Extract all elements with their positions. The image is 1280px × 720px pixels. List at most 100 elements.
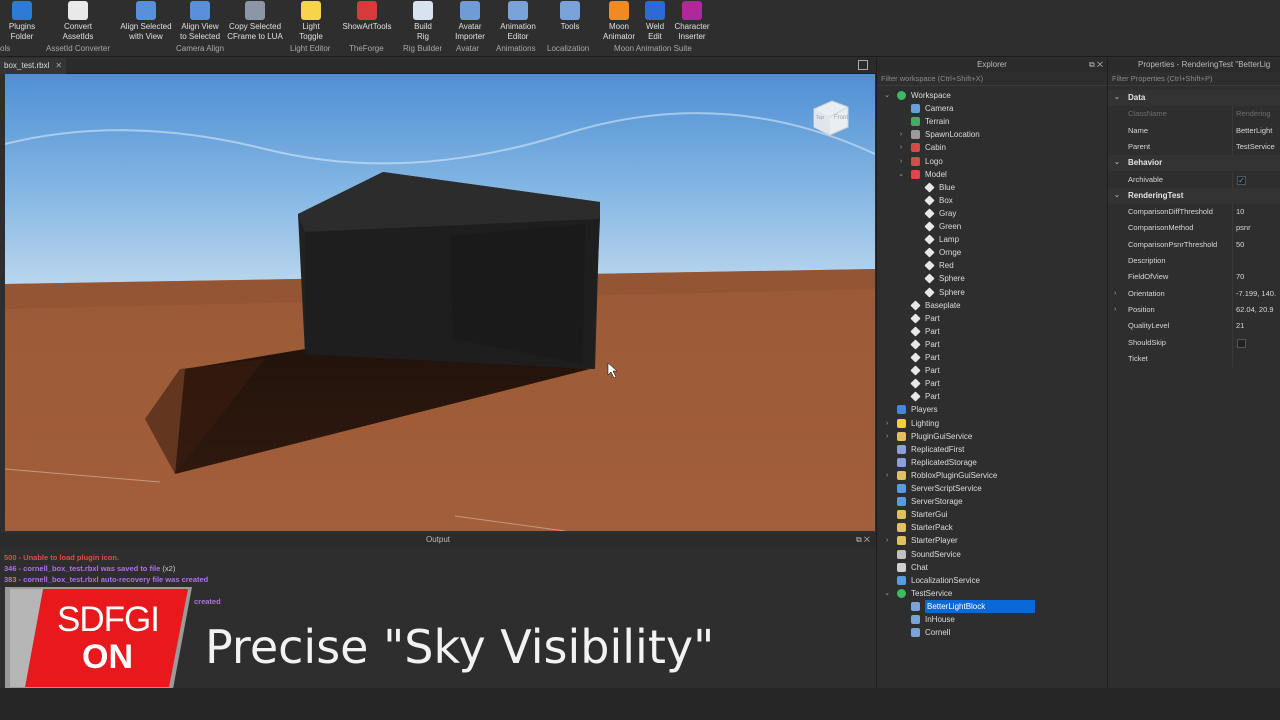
explorer-item[interactable]: ServerScriptService: [877, 482, 1108, 495]
chevron-right-icon[interactable]: ›: [883, 534, 891, 547]
explorer-item[interactable]: Part: [877, 377, 1108, 390]
explorer-item[interactable]: Part: [877, 325, 1108, 338]
ribbon-tool-moon[interactable]: Moon Animator: [600, 0, 638, 42]
explorer-item[interactable]: › SpawnLocation: [877, 128, 1108, 141]
chevron-right-icon[interactable]: ›: [897, 128, 905, 141]
explorer-item[interactable]: Baseplate: [877, 299, 1108, 312]
explorer-item[interactable]: Blue: [877, 181, 1108, 194]
explorer-item[interactable]: InHouse: [877, 613, 1108, 626]
ribbon-tool-globe[interactable]: Tools: [554, 0, 586, 42]
property-row[interactable]: Description: [1108, 253, 1280, 269]
explorer-item[interactable]: Part: [877, 390, 1108, 403]
explorer-item[interactable]: Sphere: [877, 272, 1108, 285]
explorer-item[interactable]: StarterPack: [877, 521, 1108, 534]
property-row[interactable]: Parent TestService: [1108, 138, 1280, 155]
explorer-item[interactable]: Part: [877, 338, 1108, 351]
property-value[interactable]: 50: [1236, 237, 1280, 253]
explorer-item[interactable]: › StarterPlayer: [877, 534, 1108, 547]
explorer-item[interactable]: Chat: [877, 561, 1108, 574]
property-value[interactable]: 21: [1236, 318, 1280, 334]
explorer-item[interactable]: › RobloxPluginGuiService: [877, 469, 1108, 482]
explorer-item[interactable]: Part: [877, 351, 1108, 364]
chevron-right-icon[interactable]: ›: [883, 430, 891, 443]
chevron-down-icon[interactable]: ⌄: [897, 168, 905, 181]
explorer-item[interactable]: Box: [877, 194, 1108, 207]
chevron-down-icon[interactable]: ⌄: [1114, 90, 1120, 106]
explorer-item[interactable]: › Logo: [877, 155, 1108, 168]
ribbon-tool-lightbulb[interactable]: Light Toggle: [296, 0, 326, 42]
property-row[interactable]: ClassName Rendering: [1108, 106, 1280, 123]
properties-filter-input[interactable]: Filter Properties (Ctrl+Shift+P): [1108, 72, 1280, 86]
explorer-item[interactable]: SoundService: [877, 548, 1108, 561]
close-icon[interactable]: ✕: [1097, 60, 1103, 69]
ribbon-tool-copy[interactable]: Copy Selected CFrame to LUA: [224, 0, 286, 42]
property-value[interactable]: Rendering: [1236, 106, 1280, 122]
property-row[interactable]: ComparisonPsnrThreshold 50: [1108, 236, 1280, 253]
property-row[interactable]: Ticket: [1108, 350, 1280, 367]
view-cube[interactable]: Front Top: [808, 97, 852, 137]
3d-viewport[interactable]: [5, 74, 875, 531]
ribbon-tool-avatar[interactable]: Avatar Importer: [450, 0, 490, 42]
explorer-item[interactable]: ReplicatedFirst: [877, 443, 1108, 456]
property-row[interactable]: › Orientation -7.199, 140.: [1108, 285, 1280, 302]
chevron-right-icon[interactable]: ›: [1114, 302, 1116, 318]
property-value[interactable]: 62.04, 20.9: [1236, 302, 1280, 318]
property-checkbox[interactable]: ✓: [1237, 175, 1246, 185]
chevron-right-icon[interactable]: ›: [897, 141, 905, 154]
chevron-right-icon[interactable]: ›: [897, 155, 905, 168]
property-row[interactable]: › Position 62.04, 20.9: [1108, 301, 1280, 318]
explorer-item[interactable]: › PluginGuiService: [877, 430, 1108, 443]
explorer-item[interactable]: Ornge: [877, 246, 1108, 259]
dock-icon[interactable]: ⧉: [1089, 60, 1095, 69]
ribbon-tool-folder[interactable]: Plugins Folder: [2, 0, 42, 42]
chevron-right-icon[interactable]: ›: [883, 417, 891, 430]
explorer-item[interactable]: Terrain: [877, 115, 1108, 128]
explorer-item[interactable]: Part: [877, 364, 1108, 377]
explorer-item[interactable]: Green: [877, 220, 1108, 233]
maximize-icon[interactable]: [858, 60, 868, 70]
explorer-item[interactable]: StarterGui: [877, 508, 1108, 521]
explorer-item[interactable]: › Lighting: [877, 417, 1108, 430]
chevron-down-icon[interactable]: ⌄: [1114, 155, 1120, 171]
dock-icon[interactable]: ⧉: [856, 535, 862, 544]
explorer-item[interactable]: ⌄ Workspace: [877, 89, 1108, 102]
property-category[interactable]: ⌄ Data: [1108, 90, 1280, 106]
property-row[interactable]: FieldOfView 70: [1108, 269, 1280, 286]
chevron-down-icon[interactable]: ⌄: [883, 587, 891, 600]
property-value[interactable]: -7.199, 140.: [1236, 286, 1280, 302]
explorer-item[interactable]: ⌄ Model: [877, 168, 1108, 181]
close-icon[interactable]: ✕: [864, 535, 870, 544]
property-value[interactable]: 10: [1236, 204, 1280, 220]
ribbon-tool-character[interactable]: Character Inserter: [672, 0, 712, 42]
close-icon[interactable]: ✕: [55, 61, 62, 70]
property-row[interactable]: QualityLevel 21: [1108, 318, 1280, 335]
explorer-item[interactable]: Lamp: [877, 233, 1108, 246]
ribbon-tool-animation[interactable]: Animation Editor: [496, 0, 540, 42]
property-row[interactable]: Archivable ✓: [1108, 171, 1280, 188]
explorer-item[interactable]: ⌄ TestService: [877, 587, 1108, 600]
property-row[interactable]: ShouldSkip: [1108, 334, 1280, 351]
explorer-item[interactable]: Players: [877, 403, 1108, 416]
explorer-item[interactable]: ServerStorage: [877, 495, 1108, 508]
chevron-down-icon[interactable]: ⌄: [1114, 188, 1120, 204]
property-row[interactable]: ComparisonDiffThreshold 10: [1108, 204, 1280, 221]
ribbon-tool-align-view[interactable]: Align View to Selected: [176, 0, 224, 42]
property-value[interactable]: psnr: [1236, 220, 1280, 236]
property-checkbox[interactable]: [1237, 338, 1246, 348]
explorer-item[interactable]: Sphere: [877, 286, 1108, 299]
explorer-item[interactable]: Red: [877, 259, 1108, 272]
explorer-item[interactable]: Part: [877, 312, 1108, 325]
property-value[interactable]: TestService: [1236, 139, 1280, 155]
chevron-right-icon[interactable]: ›: [1114, 286, 1116, 302]
explorer-item[interactable]: › Cabin: [877, 141, 1108, 154]
explorer-item[interactable]: Camera: [877, 102, 1108, 115]
explorer-item[interactable]: BetterLightBlock: [877, 599, 1108, 613]
tab-box-test[interactable]: box_test.rbxl ✕: [0, 58, 67, 74]
explorer-item[interactable]: ReplicatedStorage: [877, 456, 1108, 469]
property-value[interactable]: BetterLight: [1236, 123, 1280, 139]
ribbon-tool-rig[interactable]: Build Rig: [404, 0, 442, 42]
property-row[interactable]: ComparisonMethod psnr: [1108, 220, 1280, 237]
property-value[interactable]: 70: [1236, 269, 1280, 285]
ribbon-tool-align[interactable]: Align Selected with View: [118, 0, 174, 42]
explorer-filter-input[interactable]: Filter workspace (Ctrl+Shift+X): [877, 72, 1107, 86]
